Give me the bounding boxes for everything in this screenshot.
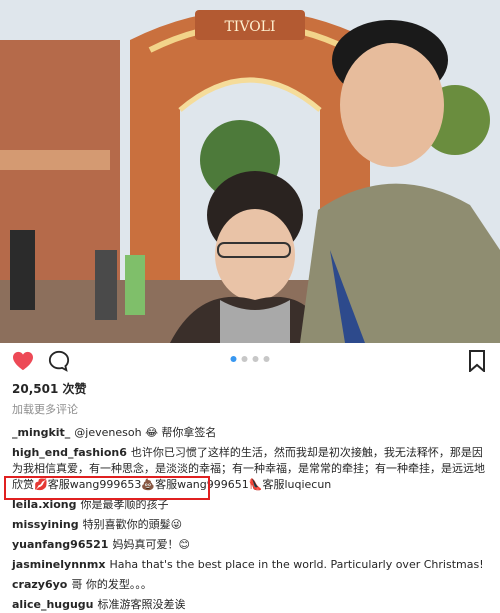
comment-item: jasminelynnmx Haha that's the best place …: [12, 557, 488, 573]
comment-username[interactable]: alice_hugugu: [12, 598, 94, 611]
load-more-comments-link[interactable]: 加载更多评论: [12, 401, 488, 419]
comment-item: missyining 特别喜歡你的頭髮😜: [12, 517, 488, 533]
comment-username[interactable]: missyining: [12, 518, 79, 531]
carousel-dot[interactable]: [252, 356, 259, 362]
post-actions-bar: [0, 343, 500, 379]
comment-text: 妈妈真可爱！😊: [112, 538, 190, 551]
carousel-dot[interactable]: [241, 356, 248, 362]
comment-item: alice_hugugu 标准游客照没差诶: [12, 597, 488, 613]
comment-username[interactable]: jasminelynnmx: [12, 558, 105, 571]
like-count[interactable]: 20,501 次赞: [12, 379, 488, 399]
comment-username[interactable]: _mingkit_: [12, 426, 70, 439]
comment-username[interactable]: crazy6yo: [12, 578, 67, 591]
comment-username[interactable]: yuanfang96521: [12, 538, 108, 551]
comment-text: 标准游客照没差诶: [97, 598, 186, 611]
comment-icon[interactable]: [48, 350, 70, 372]
comment-text: @jevenesoh 😂 帮你拿签名: [74, 426, 217, 439]
comment-item: crazy6yo 哥 你的发型。。。: [12, 577, 488, 593]
post-photo[interactable]: TIVOLI: [0, 0, 500, 343]
comment-text: Haha that's the best place in the world.…: [109, 558, 484, 571]
comment-username[interactable]: high_end_fashion6: [12, 446, 127, 459]
photo-illustration: TIVOLI: [0, 0, 500, 343]
bookmark-icon[interactable]: [468, 350, 486, 372]
comment-item: _mingkit_ @jevenesoh 😂 帮你拿签名: [12, 425, 488, 441]
highlight-annotation-box: [4, 476, 210, 500]
carousel-dot[interactable]: [230, 356, 237, 362]
comment-list: _mingkit_ @jevenesoh 😂 帮你拿签名 high_end_fas…: [12, 425, 488, 613]
gate-sign-text: TIVOLI: [224, 19, 275, 35]
heart-icon[interactable]: [12, 351, 34, 371]
comment-text: 哥 你的发型。。。: [71, 578, 152, 591]
carousel-dot[interactable]: [263, 356, 270, 362]
comment-item: yuanfang96521 妈妈真可爱！😊: [12, 537, 488, 553]
carousel-indicator: [230, 356, 270, 362]
comment-text: 特别喜歡你的頭髮😜: [82, 518, 183, 531]
